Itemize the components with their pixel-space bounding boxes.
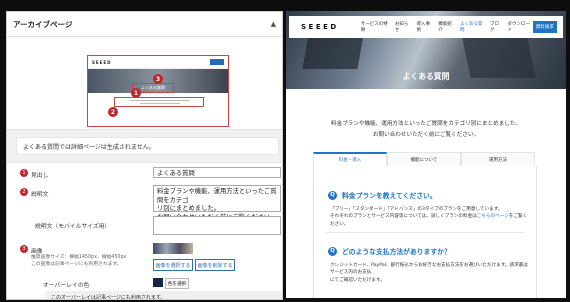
intro-line-2: お問い合わせいただく前にご覧ください。: [372, 132, 480, 138]
intro-line-1: 料金プランや機能、運用方法といったご質問をカテゴリ別にまとめました。: [330, 121, 522, 127]
menu-item-features[interactable]: サービスの特徴: [361, 21, 390, 33]
preview-text-line: [140, 103, 180, 104]
preview-cta: [210, 59, 224, 65]
heading-input[interactable]: よくある質問: [153, 167, 281, 178]
delete-image-button[interactable]: 画像を削除する: [195, 259, 235, 271]
faq-question-1[interactable]: Q 料金プランを教えてください。: [328, 190, 437, 200]
site-preview: SEEED サービスの特徴 お知らせ 導入事例 機能紹介 よくある質問 ブログ …: [286, 11, 566, 298]
answer-line-1: 「ブリー」「スタンダード」「アドバンス」の3タイプのプランをご用意しています。: [330, 207, 503, 212]
description-line-1: 料金プランや機能、運用方法といったご質問をカテゴ: [157, 188, 277, 204]
answer-line-2: それぞれのプランとサービス内容等については、詳しくプランの料金はこちらのページを…: [330, 213, 530, 228]
preview-logo: SEEED: [92, 59, 112, 65]
question-text: どのような支払方法がありますか？: [342, 248, 451, 256]
answer-line-2: にてご確認いただけます。: [330, 277, 385, 283]
preview-badge-3: 3: [153, 74, 163, 84]
answer-text: それぞれのプランとサービス内容等については、詳しくプランの料金は: [330, 214, 477, 220]
preview-text-line: [130, 100, 190, 101]
menu-item-blog[interactable]: ブログ: [490, 21, 503, 33]
screenshot-composite: アーカイブページ ▲ SEEED よくある質問 3 1 2 よくある質問では詳細…: [0, 0, 570, 302]
image-hint-line-2: この画像は記事ページにも利用されます。: [31, 262, 122, 268]
description-line-2: リ別にまとめました。: [157, 205, 220, 212]
tab-pricing[interactable]: 料金・導入: [313, 152, 387, 166]
question-icon: Q: [328, 246, 337, 256]
faq-question-2[interactable]: Q どのような支払方法がありますか？: [328, 246, 451, 256]
faq-list: Q 料金プランを教えてください。 「ブリー」「スタンダード」「アドバンス」の3タ…: [313, 166, 537, 298]
overlay-color-swatch[interactable]: [153, 278, 163, 287]
preview-badge-1: 1: [131, 88, 141, 98]
hero-title: よくある質問: [402, 72, 450, 81]
site-navbar: SEEED サービスの特徴 お知らせ 導入事例 機能紹介 よくある質問 ブログ …: [289, 16, 563, 38]
image-hint-line-1: 推奨画像サイズ：横幅1450px、縦幅450px: [31, 255, 127, 260]
question-text: 料金プランを教えてください。: [342, 192, 437, 200]
field-badge-1: 1: [20, 169, 28, 177]
mobile-description-textarea[interactable]: [153, 216, 281, 235]
field-badge-2: 2: [20, 188, 28, 196]
preview-badge-2: 2: [108, 107, 118, 117]
mobile-description-label: 説明文（モバイルサイズ用）: [35, 224, 111, 230]
faq-answer-2: クレジットカード、PayPal、銀行振込からお好きなお支払方法をお選びいただけま…: [330, 262, 530, 284]
overlay-color-label: オーバーレイの色: [43, 283, 90, 289]
preview-nav: SEEED: [88, 56, 228, 69]
collapse-caret-icon[interactable]: ▲: [271, 20, 276, 28]
panel-header[interactable]: アーカイブページ ▲: [7, 12, 282, 37]
faq-divider: [326, 232, 524, 233]
faq-tabs: 料金・導入 機能について 運用方法: [313, 152, 535, 167]
tab-operation[interactable]: 運用方法: [461, 152, 535, 166]
menu-item-faq[interactable]: よくある質問: [460, 21, 485, 33]
layout-preview: SEEED よくある質問: [87, 55, 229, 127]
layout-preview-area: SEEED よくある質問 3 1 2: [7, 37, 282, 130]
select-image-button[interactable]: 画像を選択する: [153, 259, 193, 271]
menu-item-cases[interactable]: 導入事例: [417, 21, 434, 33]
faq-answer-1: 「ブリー」「スタンダード」「アドバンス」の3タイプのプランをご用意しています。 …: [330, 206, 530, 228]
description-textarea[interactable]: 料金プランや機能、運用方法といったご質問をカテゴ リ別にまとめました。 お問い合…: [153, 185, 281, 221]
detail-page-notice: よくある質問では詳細ページは生成されません。: [16, 137, 279, 155]
image-thumbnail: [153, 243, 193, 254]
admin-archive-panel: アーカイブページ ▲ SEEED よくある質問 3 1 2 よくある質問では詳細…: [6, 11, 283, 300]
menu-item-functions[interactable]: 機能紹介: [438, 21, 455, 33]
tab-features[interactable]: 機能について: [387, 152, 461, 166]
select-color-button[interactable]: 色を選択: [165, 278, 189, 289]
menu-item-news[interactable]: お知らせ: [395, 21, 412, 33]
menu-item-download[interactable]: ダウンロード: [508, 21, 533, 33]
pricing-page-link[interactable]: こちらのページ: [477, 214, 509, 219]
image-hint: 推奨画像サイズ：横幅1450px、縦幅450px この画像は記事ページにも利用さ…: [31, 254, 126, 268]
site-menu: サービスの特徴 お知らせ 導入事例 機能紹介 よくある質問 ブログ ダウンロード: [361, 21, 533, 33]
answer-line-1: クレジットカード、PayPal、銀行振込からお好きなお支払方法をお選びいただけま…: [330, 263, 528, 276]
question-icon: Q: [328, 190, 337, 200]
site-logo[interactable]: SEEED: [301, 23, 339, 31]
overlay-description: このオーバーレイは記事ページにも利用されます。: [45, 291, 282, 299]
heading-label: 見出し: [31, 173, 49, 179]
panel-title: アーカイブページ: [13, 19, 73, 29]
field-badge-3: 3: [20, 245, 28, 253]
preview-description-box: [114, 97, 204, 107]
request-docs-button[interactable]: 資料請求: [532, 21, 557, 33]
description-label: 説明文: [31, 192, 49, 198]
archive-settings-form: 1 見出し よくある質問 2 説明文 料金プランや機能、運用方法といったご質問を…: [7, 162, 282, 299]
